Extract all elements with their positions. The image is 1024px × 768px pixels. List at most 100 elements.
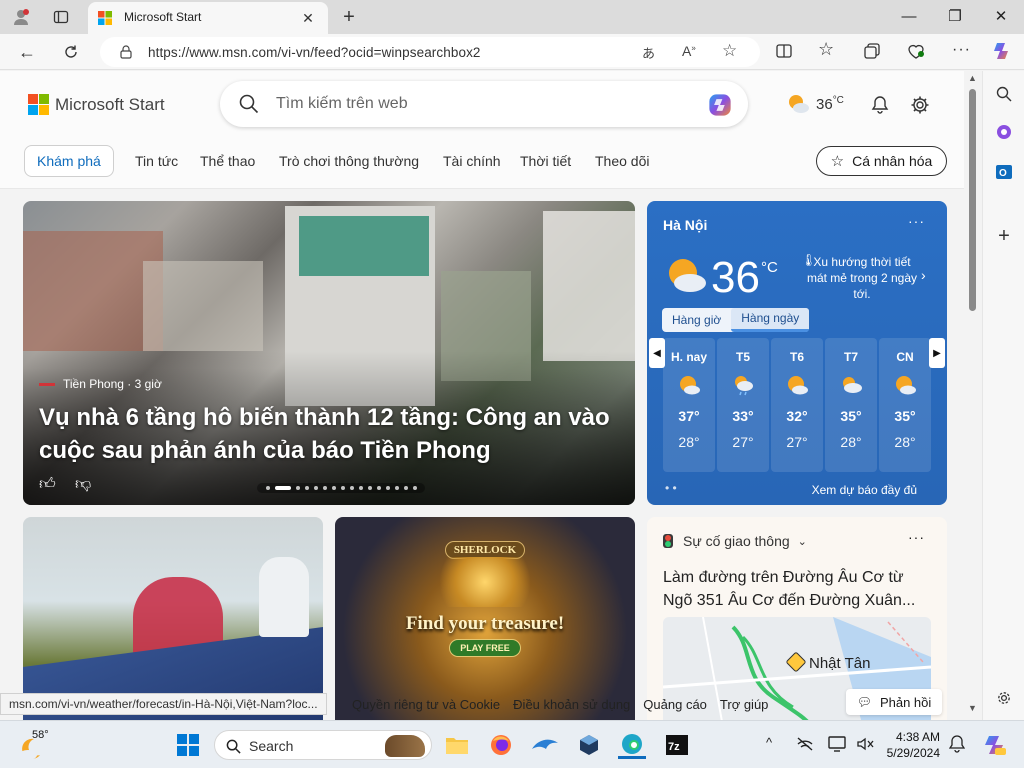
volume-muted-icon[interactable] [854,733,876,755]
scroll-down-icon[interactable]: ▼ [968,703,977,713]
traffic-category[interactable]: Sự cố giao thông ⌄ [663,533,807,549]
close-tab-icon[interactable]: ✕ [300,10,316,26]
profile-icon[interactable] [10,6,32,28]
edge-browser-icon[interactable] [618,731,646,759]
copilot-icon[interactable] [990,39,1014,63]
maximize-icon[interactable]: ❐ [932,0,978,32]
tab-microsoft-start[interactable]: Microsoft Start ✕ [88,2,328,34]
search-input[interactable]: Tìm kiếm trên web [276,95,408,113]
footer-link-ads[interactable]: Quảng cáo [643,697,707,712]
settings-more-icon[interactable]: ··· [952,41,971,59]
network-off-icon[interactable] [794,733,816,755]
translate-icon[interactable]: あ [642,43,655,62]
feedback-button[interactable]: 💬︎ Phản hồi [846,689,942,715]
dolphin-app-icon[interactable] [530,732,560,758]
favorites-icon[interactable]: ☆ [818,39,834,60]
display-icon[interactable] [826,733,848,755]
hero-article[interactable]: Tiền Phong · 3 giờ Vụ nhà 6 tầng hô biến… [23,201,635,505]
sidebar-search-icon[interactable] [993,83,1015,105]
tab-hourly[interactable]: Hàng giờ [662,308,731,332]
firefox-icon[interactable] [488,732,514,758]
hero-source[interactable]: Tiền Phong · 3 giờ [39,377,162,391]
web-search-box[interactable]: Tìm kiếm trên web [220,81,748,127]
copilot-search-icon[interactable] [706,91,734,119]
forecast-day[interactable]: H. nay 37° 28° [663,338,715,472]
sidebar-outlook-icon[interactable]: O [993,161,1015,183]
play-free-button[interactable]: PLAY FREE [449,639,521,657]
read-aloud-icon[interactable]: A» [682,43,696,59]
hero-source-label: Tiền Phong · 3 giờ [63,377,162,391]
nav-item-tai-chinh[interactable]: Tài chính [431,145,513,177]
nav-item-kham-pha[interactable]: Khám phá [24,145,114,177]
sidebar-add-icon[interactable]: + [993,225,1015,247]
browser-essentials-icon[interactable] [906,41,926,61]
nav-item-the-thao[interactable]: Thể thao [188,145,267,177]
tab-daily[interactable]: Hàng ngày [731,308,810,332]
sidebar-copilot-icon[interactable] [993,121,1015,143]
personalize-button[interactable]: ☆ Cá nhân hóa [816,146,947,176]
page-scrollbar[interactable]: ▲ ▼ [964,71,982,720]
day-low: 28° [678,434,700,450]
taskbar-weather[interactable]: 58° [16,729,66,761]
nav-item-tro-choi[interactable]: Trò chơi thông thường [267,145,431,177]
weather-trend[interactable]: Xu hướng thời tiết mát mẻ trong 2 ngày t… [805,254,919,302]
more-options-icon[interactable]: ··· [908,529,925,545]
weather-card[interactable]: Hà Nội ··· 36 °C 🌡︎ Xu hướng thời tiết m… [647,201,947,505]
forecast-day[interactable]: CN 35° 28° [879,338,931,472]
footer-link-privacy[interactable]: Quyền riêng tư và Cookie [352,697,500,712]
weather-city[interactable]: Hà Nội [663,217,707,233]
page-dots[interactable]: • • [665,481,677,495]
sidebar-settings-icon[interactable] [993,687,1015,709]
footer-link-terms[interactable]: Điều khoản sử dụng [513,697,630,712]
favorite-star-icon[interactable]: ☆ [722,41,737,61]
nav-item-tin-tuc[interactable]: Tin tức [123,145,190,177]
taskbar-search[interactable]: Search [214,730,432,760]
forecast-day[interactable]: T5 33° 27° [717,338,769,472]
hero-title[interactable]: Vụ nhà 6 tầng hô biến thành 12 tầng: Côn… [39,401,619,467]
header-weather[interactable]: 36 °C [786,93,844,115]
notification-bell-icon[interactable] [946,733,968,755]
traffic-title[interactable]: Làm đường trên Đường Âu Cơ từ Ngõ 351 Âu… [663,566,933,612]
scroll-up-icon[interactable]: ▲ [968,73,977,83]
new-tab-icon[interactable]: + [338,6,360,28]
notifications-bell-icon[interactable] [868,93,892,117]
minimize-icon[interactable]: — [886,0,932,32]
chevron-right-icon[interactable]: ▶ [929,338,945,368]
scroll-thumb[interactable] [969,89,976,311]
day-high: 35° [894,408,916,424]
more-options-icon[interactable]: ··· [908,213,925,229]
dislike-icon[interactable]: 👎︎ [75,475,91,494]
virtualbox-icon[interactable] [576,732,602,758]
carousel-indicator[interactable] [257,483,425,493]
full-forecast-link[interactable]: Xem dự báo đầy đủ [812,483,917,497]
nav-item-thoi-tiet[interactable]: Thời tiết [508,145,583,177]
show-hidden-icons-icon[interactable]: ^ [766,735,772,750]
settings-gear-icon[interactable] [908,93,932,117]
brand-logo[interactable]: Microsoft Start [28,94,165,115]
copilot-preview-icon[interactable] [980,731,1008,759]
ad-card[interactable]: SHERLOCK Find your treasure! PLAY FREE [335,517,635,720]
day-name: T5 [735,350,750,364]
chevron-right-icon[interactable]: › [921,267,926,283]
start-windows-icon[interactable] [176,733,200,757]
close-window-icon[interactable]: ✕ [978,0,1024,32]
footer-link-help[interactable]: Trợ giúp [720,697,769,712]
news-card-image[interactable] [23,517,323,720]
7zip-icon[interactable]: 7z [664,732,690,758]
split-screen-icon[interactable] [774,41,794,61]
forecast-day[interactable]: T7 35° 28° [825,338,877,472]
nav-item-theo-doi[interactable]: Theo dõi [583,145,661,177]
file-explorer-icon[interactable] [444,732,470,758]
refresh-icon[interactable] [60,41,82,63]
traffic-light-icon [663,534,673,548]
like-icon[interactable]: 👍︎ [39,475,56,494]
taskbar-clock[interactable]: 4:38 AM 5/29/2024 [884,729,940,761]
forecast-day[interactable]: T6 32° 27° [771,338,823,472]
collections-icon[interactable] [862,41,882,61]
tab-actions-icon[interactable] [50,6,72,28]
lock-icon[interactable] [118,44,134,60]
tab-title: Microsoft Start [124,10,202,24]
back-icon[interactable]: ← [16,41,38,63]
address-bar[interactable]: https://www.msn.com/vi-vn/feed?ocid=winp… [100,37,760,67]
chevron-down-icon[interactable]: ⌄ [798,535,807,548]
